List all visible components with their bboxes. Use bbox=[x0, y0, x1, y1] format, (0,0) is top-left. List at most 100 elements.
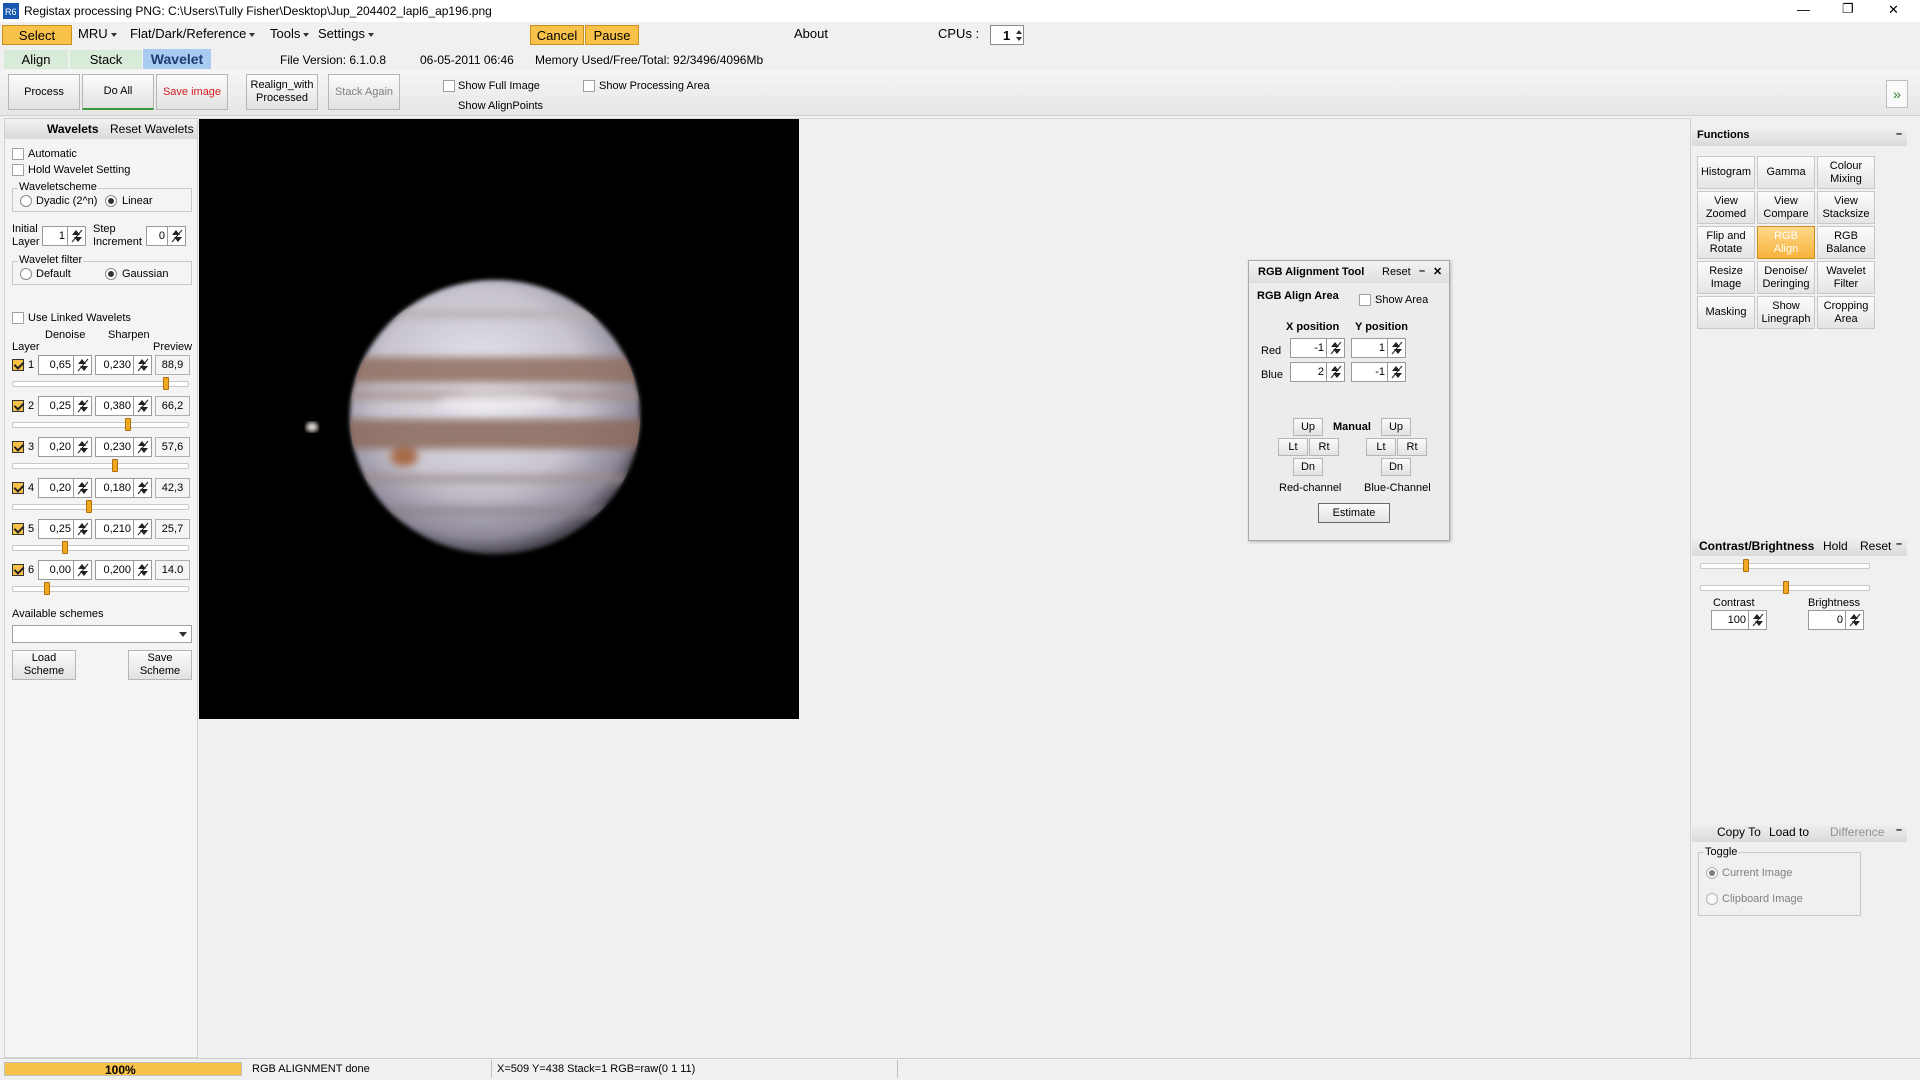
function-cropping-area-button[interactable]: Cropping Area bbox=[1817, 296, 1875, 329]
layer-sharpen-spinner[interactable]: 0,210 bbox=[95, 519, 152, 539]
layer-strength-slider[interactable] bbox=[12, 459, 189, 472]
step-increment-spinner[interactable]: 0 bbox=[146, 226, 186, 246]
layer-denoise-spinner[interactable]: 0,00 bbox=[38, 560, 92, 580]
load-to-button[interactable]: Load to bbox=[1769, 825, 1809, 839]
load-scheme-button[interactable]: Load Scheme bbox=[12, 650, 76, 680]
save-scheme-button[interactable]: Save Scheme bbox=[128, 650, 192, 680]
contrast-reset-button[interactable]: Reset bbox=[1860, 539, 1891, 553]
tab-align[interactable]: Align bbox=[4, 50, 68, 69]
blue-left-button[interactable]: Lt bbox=[1366, 438, 1396, 456]
blue-x-spinner[interactable]: 2 bbox=[1290, 362, 1345, 382]
layer-denoise-spinner[interactable]: 0,20 bbox=[38, 478, 92, 498]
layer-enable-checkbox[interactable] bbox=[12, 482, 24, 494]
minimize-icon[interactable]: — bbox=[1797, 2, 1810, 17]
red-up-button[interactable]: Up bbox=[1293, 418, 1323, 436]
planet-image[interactable] bbox=[199, 119, 799, 719]
schemes-dropdown[interactable] bbox=[12, 625, 192, 643]
rgb-tool-minimize-icon[interactable]: – bbox=[1419, 265, 1425, 277]
function-view-stacksize-button[interactable]: View Stacksize bbox=[1817, 191, 1875, 224]
cpus-spinner[interactable]: 1 bbox=[990, 25, 1024, 45]
layer-strength-slider[interactable] bbox=[12, 582, 189, 595]
tools-menu[interactable]: Tools bbox=[270, 26, 310, 41]
function-colour-mixing-button[interactable]: Colour Mixing bbox=[1817, 156, 1875, 189]
red-down-button[interactable]: Dn bbox=[1293, 458, 1323, 476]
blue-down-button[interactable]: Dn bbox=[1381, 458, 1411, 476]
layer-sharpen-spinner[interactable]: 0,180 bbox=[95, 478, 152, 498]
automatic-checkbox[interactable] bbox=[12, 148, 24, 160]
red-x-spinner[interactable]: -1 bbox=[1290, 338, 1345, 358]
select-menu[interactable]: Select bbox=[2, 25, 72, 45]
rgb-tool-reset-button[interactable]: Reset bbox=[1382, 266, 1411, 278]
current-image-radio[interactable] bbox=[1706, 867, 1718, 879]
close-icon[interactable]: ✕ bbox=[1888, 2, 1899, 18]
tab-stack[interactable]: Stack bbox=[70, 50, 142, 69]
expand-panel-button[interactable]: » bbox=[1886, 80, 1908, 108]
layer-strength-slider[interactable] bbox=[12, 377, 189, 390]
hold-wavelet-checkbox[interactable] bbox=[12, 164, 24, 176]
function-wavelet-filter-button[interactable]: Wavelet Filter bbox=[1817, 261, 1875, 294]
save-image-button[interactable]: Save image bbox=[156, 74, 228, 110]
layer-enable-checkbox[interactable] bbox=[12, 359, 24, 371]
function-show-linegraph-button[interactable]: Show Linegraph bbox=[1757, 296, 1815, 329]
flat-dark-reference-menu[interactable]: Flat/Dark/Reference bbox=[130, 26, 256, 41]
layer-slider-thumb[interactable] bbox=[86, 500, 92, 513]
function-flip-and-rotate-button[interactable]: Flip and Rotate bbox=[1697, 226, 1755, 259]
copy-to-button[interactable]: Copy To bbox=[1717, 825, 1761, 839]
brightness-spinner[interactable]: 0 bbox=[1808, 610, 1864, 630]
layer-strength-slider[interactable] bbox=[12, 418, 189, 431]
red-right-button[interactable]: Rt bbox=[1309, 438, 1339, 456]
default-filter-radio[interactable] bbox=[20, 268, 32, 280]
linear-radio[interactable] bbox=[105, 195, 117, 207]
do-all-button[interactable]: Do All bbox=[82, 74, 154, 110]
layer-sharpen-spinner[interactable]: 0,230 bbox=[95, 437, 152, 457]
function-view-compare-button[interactable]: View Compare bbox=[1757, 191, 1815, 224]
function-masking-button[interactable]: Masking bbox=[1697, 296, 1755, 329]
contrast-slider-thumb[interactable] bbox=[1743, 559, 1749, 572]
layer-sharpen-spinner[interactable]: 0,200 bbox=[95, 560, 152, 580]
function-rgb-balance-button[interactable]: RGB Balance bbox=[1817, 226, 1875, 259]
layer-denoise-spinner[interactable]: 0,20 bbox=[38, 437, 92, 457]
stack-again-button[interactable]: Stack Again bbox=[328, 74, 400, 110]
function-denoise-deringing-button[interactable]: Denoise/ Deringing bbox=[1757, 261, 1815, 294]
layer-enable-checkbox[interactable] bbox=[12, 441, 24, 453]
layer-denoise-spinner[interactable]: 0,65 bbox=[38, 355, 92, 375]
use-linked-wavelets-checkbox[interactable] bbox=[12, 312, 24, 324]
layer-slider-thumb[interactable] bbox=[163, 377, 169, 390]
red-y-spinner[interactable]: 1 bbox=[1351, 338, 1406, 358]
estimate-button[interactable]: Estimate bbox=[1318, 503, 1390, 523]
restore-icon[interactable]: ❐ bbox=[1842, 1, 1854, 17]
layer-slider-thumb[interactable] bbox=[112, 459, 118, 472]
layer-strength-slider[interactable] bbox=[12, 541, 189, 554]
difference-button[interactable]: Difference bbox=[1830, 825, 1884, 839]
settings-menu[interactable]: Settings bbox=[318, 26, 374, 41]
show-processing-area-checkbox[interactable] bbox=[583, 80, 595, 92]
layer-denoise-spinner[interactable]: 0,25 bbox=[38, 519, 92, 539]
process-button[interactable]: Process bbox=[8, 74, 80, 110]
function-gamma-button[interactable]: Gamma bbox=[1757, 156, 1815, 189]
layer-enable-checkbox[interactable] bbox=[12, 564, 24, 576]
brightness-slider-thumb[interactable] bbox=[1783, 581, 1789, 594]
contrast-collapse-icon[interactable]: – bbox=[1896, 538, 1902, 550]
function-rgb-align-button[interactable]: RGB Align bbox=[1757, 226, 1815, 259]
realign-with-processed-button[interactable]: Realign_with Processed bbox=[246, 74, 318, 110]
rgb-tool-close-icon[interactable]: ✕ bbox=[1433, 265, 1442, 278]
show-full-image-checkbox[interactable] bbox=[443, 80, 455, 92]
functions-collapse-icon[interactable]: – bbox=[1896, 128, 1902, 140]
initial-layer-spinner[interactable]: 1 bbox=[42, 226, 86, 246]
show-area-checkbox[interactable] bbox=[1359, 294, 1371, 306]
layer-slider-thumb[interactable] bbox=[125, 418, 131, 431]
layer-denoise-spinner[interactable]: 0,25 bbox=[38, 396, 92, 416]
cancel-button[interactable]: Cancel bbox=[530, 25, 584, 45]
show-alignpoints-checkbox[interactable] bbox=[443, 100, 455, 112]
layer-sharpen-spinner[interactable]: 0,380 bbox=[95, 396, 152, 416]
contrast-spinner[interactable]: 100 bbox=[1711, 610, 1767, 630]
layer-enable-checkbox[interactable] bbox=[12, 523, 24, 535]
layer-slider-thumb[interactable] bbox=[44, 582, 50, 595]
brightness-slider[interactable] bbox=[1700, 581, 1870, 594]
function-resize-image-button[interactable]: Resize Image bbox=[1697, 261, 1755, 294]
mru-menu[interactable]: MRU bbox=[78, 26, 117, 41]
layer-sharpen-spinner[interactable]: 0,230 bbox=[95, 355, 152, 375]
about-menu[interactable]: About bbox=[794, 26, 828, 41]
tab-wavelet[interactable]: Wavelet bbox=[143, 49, 211, 69]
blue-y-spinner[interactable]: -1 bbox=[1351, 362, 1406, 382]
